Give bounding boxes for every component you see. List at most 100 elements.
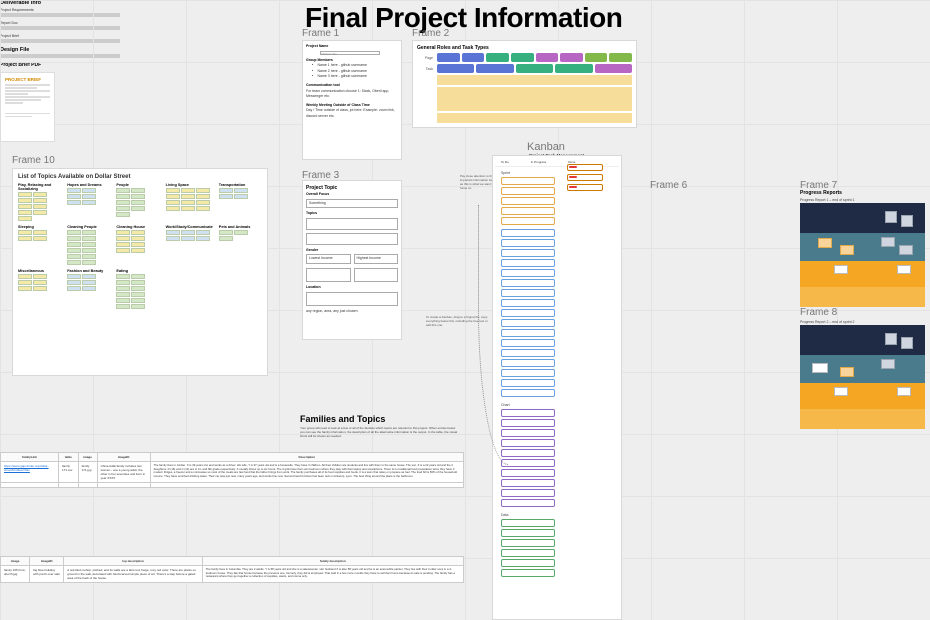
kanban-card[interactable] — [501, 559, 555, 567]
topic-chip[interactable] — [166, 200, 180, 205]
topic-chip[interactable] — [131, 248, 145, 253]
topic-chip[interactable] — [33, 236, 47, 241]
topic-chip[interactable] — [166, 206, 180, 211]
gender-box[interactable] — [354, 268, 399, 282]
topic-chip[interactable] — [18, 216, 32, 221]
table-row[interactable] — [1, 483, 464, 488]
kanban-card[interactable] — [567, 164, 603, 171]
topic-chip[interactable] — [33, 286, 47, 291]
kanban-card[interactable] — [501, 499, 555, 507]
gender-high-input[interactable]: Highest Income — [354, 254, 399, 264]
topic-chip[interactable] — [67, 230, 81, 235]
topic-chip[interactable] — [116, 230, 130, 235]
topic-chip[interactable] — [67, 194, 81, 199]
kanban-card[interactable] — [501, 319, 555, 327]
kanban-card[interactable] — [567, 174, 603, 181]
task-bar[interactable] — [437, 75, 632, 85]
topic-chip[interactable] — [196, 206, 210, 211]
kanban-card[interactable] — [501, 349, 555, 357]
kanban-card[interactable] — [501, 519, 555, 527]
kanban-card[interactable] — [501, 539, 555, 547]
kanban-card[interactable] — [501, 239, 555, 247]
topic-chip[interactable] — [181, 230, 195, 235]
topic-chip[interactable] — [33, 192, 47, 197]
topic-chip[interactable] — [131, 304, 145, 309]
topic-chip[interactable] — [196, 194, 210, 199]
topic-chip[interactable] — [33, 230, 47, 235]
topic-chip[interactable] — [82, 260, 96, 265]
topic-chip[interactable] — [181, 206, 195, 211]
topic-chip[interactable] — [82, 242, 96, 247]
kanban-card[interactable] — [501, 569, 555, 577]
topic-chip[interactable] — [181, 194, 195, 199]
kanban-card[interactable] — [567, 184, 603, 191]
topic-chip[interactable] — [131, 292, 145, 297]
link-line[interactable] — [0, 13, 120, 17]
topic-chip[interactable] — [131, 194, 145, 199]
kanban-card[interactable] — [501, 489, 555, 497]
topic-chip[interactable] — [131, 286, 145, 291]
topic-chip[interactable] — [67, 242, 81, 247]
topic-chip[interactable] — [234, 194, 248, 199]
topic-chip[interactable] — [181, 236, 195, 241]
topic-chip[interactable] — [116, 286, 130, 291]
link-line[interactable] — [0, 54, 120, 58]
kanban-card[interactable] — [501, 299, 555, 307]
role-chip[interactable] — [511, 53, 534, 62]
role-chip[interactable] — [437, 53, 460, 62]
topic-chip[interactable] — [166, 230, 180, 235]
role-chip[interactable] — [555, 64, 592, 73]
topic-chip[interactable] — [18, 274, 32, 279]
families-table-1[interactable]: familyLinktableimageimageIDDescription h… — [0, 452, 464, 488]
task-bar[interactable] — [437, 87, 632, 111]
topic-chip[interactable] — [219, 230, 233, 235]
topic-chip[interactable] — [116, 206, 130, 211]
topic-chip[interactable] — [67, 254, 81, 259]
kanban-card[interactable] — [501, 229, 555, 237]
topic-chip[interactable] — [116, 194, 130, 199]
frame-10[interactable]: List of Topics Available on Dollar Stree… — [12, 168, 268, 376]
topic-chip[interactable] — [82, 188, 96, 193]
kanban-card[interactable] — [501, 429, 555, 437]
kanban-card[interactable] — [501, 419, 555, 427]
topic-chip[interactable] — [116, 304, 130, 309]
role-chip[interactable] — [536, 53, 559, 62]
topic-chip[interactable] — [116, 242, 130, 247]
gender-low-input[interactable]: Lowest Income — [306, 254, 351, 264]
topic-chip[interactable] — [219, 188, 233, 193]
topic-chip[interactable] — [196, 230, 210, 235]
topic-chip[interactable] — [116, 248, 130, 253]
kanban-card[interactable] — [501, 217, 555, 225]
topic-chip[interactable] — [82, 280, 96, 285]
gender-box[interactable] — [306, 268, 351, 282]
progress-report-card[interactable] — [800, 325, 925, 429]
role-chip[interactable] — [516, 64, 553, 73]
kanban-card[interactable] — [501, 309, 555, 317]
link-line[interactable] — [0, 39, 120, 43]
topic-chip[interactable] — [18, 192, 32, 197]
kanban-card[interactable] — [501, 359, 555, 367]
topic-chip[interactable] — [219, 236, 233, 241]
frame-7[interactable]: Progress Reports Progress Report 1 – end… — [800, 190, 925, 300]
table-row[interactable]: https://www.gapminder.org/dollar-street/… — [1, 462, 464, 483]
link-line[interactable] — [0, 26, 120, 30]
topic-chip[interactable] — [18, 204, 32, 209]
topic-chip[interactable] — [196, 188, 210, 193]
topic-chip[interactable] — [131, 274, 145, 279]
frame-8[interactable]: Progress Report 2 – end of sprint 2 — [800, 320, 925, 430]
role-chip[interactable] — [462, 53, 485, 62]
topic-chip[interactable] — [82, 236, 96, 241]
task-bar[interactable] — [437, 113, 632, 123]
topics-input[interactable] — [306, 218, 398, 230]
kanban-card[interactable] — [501, 197, 555, 205]
topic-chip[interactable] — [67, 200, 81, 205]
topic-chip[interactable] — [131, 242, 145, 247]
topic-chip[interactable] — [116, 298, 130, 303]
topic-chip[interactable] — [67, 236, 81, 241]
topic-chip[interactable] — [18, 210, 32, 215]
kanban-card[interactable] — [501, 259, 555, 267]
topic-chip[interactable] — [82, 230, 96, 235]
kanban-card[interactable] — [501, 439, 555, 447]
kanban-card[interactable] — [501, 409, 555, 417]
kanban-card[interactable] — [501, 369, 555, 377]
